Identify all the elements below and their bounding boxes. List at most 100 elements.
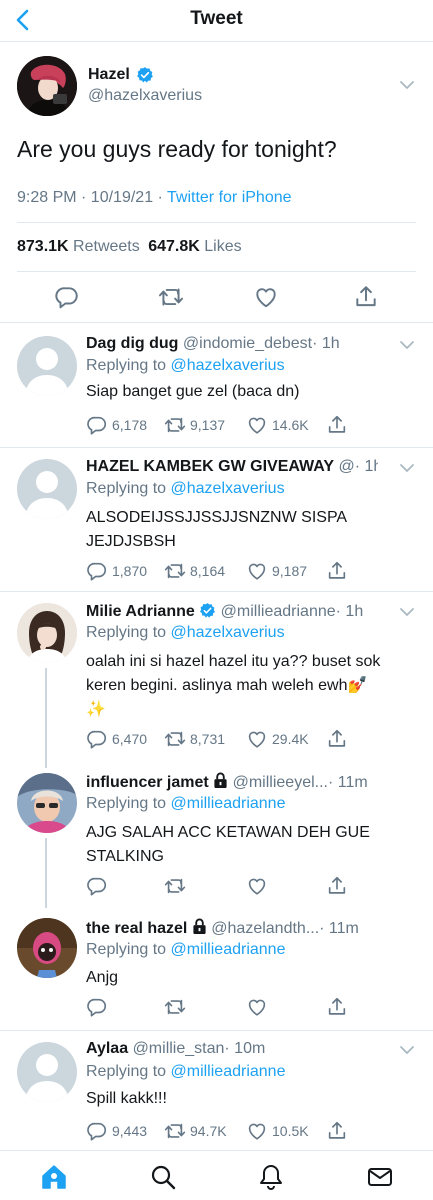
replying-to-link[interactable]: @millieadrianne xyxy=(171,1063,286,1080)
retweet-icon[interactable] xyxy=(158,284,184,310)
likes-count[interactable]: 647.8K xyxy=(148,238,200,255)
reply-icon xyxy=(86,1120,108,1142)
reply-text: Anjg xyxy=(86,969,119,986)
share-button[interactable] xyxy=(326,995,348,1019)
avatar[interactable] xyxy=(17,336,77,396)
reply-author-handle[interactable]: @ xyxy=(338,458,354,475)
replying-to-link[interactable]: @hazelxaverius xyxy=(171,624,285,641)
reply-author-name[interactable]: the real hazel xyxy=(86,920,187,937)
avatar[interactable] xyxy=(17,603,77,663)
share-button[interactable] xyxy=(326,727,348,751)
share-button[interactable] xyxy=(326,1119,348,1143)
notifications-icon[interactable] xyxy=(257,1163,285,1191)
replying-to-link[interactable]: @hazelxaverius xyxy=(171,480,285,497)
chevron-down-icon[interactable] xyxy=(399,1045,415,1055)
chevron-down-icon[interactable] xyxy=(399,80,415,90)
main-tweet-author-name[interactable]: Hazel xyxy=(88,66,130,84)
divider xyxy=(17,271,416,272)
reply-author-handle[interactable]: @hazelandth... xyxy=(211,920,319,937)
retweet-icon xyxy=(164,875,186,897)
replying-to-link[interactable]: @millieadrianne xyxy=(171,795,286,812)
like-count: 14.6K xyxy=(272,417,309,433)
like-icon xyxy=(246,875,268,897)
chevron-down-icon[interactable] xyxy=(399,463,415,473)
chevron-down-icon[interactable] xyxy=(399,340,415,350)
chevron-down-icon[interactable] xyxy=(399,607,415,617)
main-tweet-avatar[interactable] xyxy=(17,56,77,116)
reply-author-row: HAZEL KAMBEK GW GIVEAWAY @· 1h xyxy=(86,458,378,476)
divider xyxy=(0,447,433,448)
reply-author-name[interactable]: Dag dig dug xyxy=(86,335,178,352)
retweets-label[interactable]: Retweets xyxy=(73,238,140,255)
share-button[interactable] xyxy=(326,559,348,583)
share-icon xyxy=(326,1120,348,1142)
reply-author-name[interactable]: influencer jamet xyxy=(86,774,209,791)
retweet-button[interactable]: 9,137 xyxy=(164,413,225,437)
reply-text: oalah ini si hazel hazel itu ya?? buset … xyxy=(86,653,381,718)
like-button[interactable]: 9,187 xyxy=(246,559,307,583)
reply-author-handle[interactable]: @millieadrianne xyxy=(221,603,336,620)
avatar[interactable] xyxy=(17,918,77,978)
reply-button[interactable]: 6,178 xyxy=(86,413,147,437)
reply-text: ALSODEIJSSJJSSJJSNZNW SISPA JEJDJSBSH xyxy=(86,509,347,550)
share-icon[interactable] xyxy=(353,284,379,310)
divider xyxy=(0,1030,433,1031)
like-icon xyxy=(246,728,268,750)
reply-button[interactable]: 1,870 xyxy=(86,559,147,583)
reply-actions xyxy=(86,995,386,1019)
replying-to-link[interactable]: @millieadrianne xyxy=(171,941,286,958)
retweet-button[interactable] xyxy=(164,995,186,1019)
search-icon[interactable] xyxy=(149,1163,177,1191)
share-button[interactable] xyxy=(326,874,348,898)
like-count: 29.4K xyxy=(272,731,309,747)
home-icon[interactable] xyxy=(40,1163,68,1191)
reply-button[interactable] xyxy=(86,874,108,898)
reply-button[interactable]: 6,470 xyxy=(86,727,147,751)
avatar[interactable] xyxy=(17,1042,77,1102)
reply-author-row: Dag dig dug @indomie_debest· 1h xyxy=(86,335,386,353)
retweet-icon xyxy=(164,560,186,582)
like-icon xyxy=(246,1120,268,1142)
reply-icon[interactable] xyxy=(54,284,80,310)
reply-time: · 10m xyxy=(224,1040,266,1057)
like-button[interactable]: 10.5K xyxy=(246,1119,309,1143)
main-tweet-author-handle[interactable]: @hazelxaverius xyxy=(88,87,202,105)
retweet-button[interactable]: 94.7K xyxy=(164,1119,227,1143)
retweet-count: 9,137 xyxy=(190,417,226,433)
avatar[interactable] xyxy=(17,773,77,833)
reply-author-name[interactable]: HAZEL KAMBEK GW GIVEAWAY xyxy=(86,458,334,475)
divider xyxy=(17,222,416,223)
reply-author-name[interactable]: Aylaa xyxy=(86,1040,128,1057)
share-button[interactable] xyxy=(326,413,348,437)
like-icon[interactable] xyxy=(253,284,279,310)
retweet-count: 8,731 xyxy=(190,731,226,747)
replying-to-link[interactable]: @hazelxaverius xyxy=(171,357,285,374)
divider xyxy=(0,322,433,323)
tweet-client-link[interactable]: Twitter for iPhone xyxy=(167,189,292,206)
like-button[interactable]: 14.6K xyxy=(246,413,309,437)
reply-button[interactable] xyxy=(86,995,108,1019)
retweets-count[interactable]: 873.1K xyxy=(17,238,69,255)
avatar[interactable] xyxy=(17,459,77,519)
reply-actions xyxy=(86,874,386,898)
messages-icon[interactable] xyxy=(366,1163,394,1191)
reply-icon xyxy=(86,875,108,897)
reply-count: 1,870 xyxy=(112,563,148,579)
reply-author-name[interactable]: Milie Adrianne xyxy=(86,603,195,620)
retweet-button[interactable]: 8,731 xyxy=(164,727,225,751)
like-button[interactable] xyxy=(246,995,268,1019)
like-button[interactable] xyxy=(246,874,268,898)
retweet-button[interactable]: 8,164 xyxy=(164,559,225,583)
tweet-timestamp-row: 9:28 PM · 10/19/21 · Twitter for iPhone xyxy=(17,189,292,207)
reply-author-handle[interactable]: @indomie_debest xyxy=(183,335,312,352)
retweet-button[interactable] xyxy=(164,874,186,898)
reply-button[interactable]: 9,443 xyxy=(86,1119,147,1143)
likes-label[interactable]: Likes xyxy=(204,238,241,255)
reply-time: · 1h xyxy=(335,603,364,620)
like-icon xyxy=(246,996,268,1018)
reply-author-handle[interactable]: @millie_stan xyxy=(133,1040,225,1057)
verified-badge-icon xyxy=(136,66,154,84)
reply-author-handle[interactable]: @millieeyel... xyxy=(233,774,328,791)
like-button[interactable]: 29.4K xyxy=(246,727,309,751)
replying-to-label: Replying to xyxy=(86,357,171,374)
